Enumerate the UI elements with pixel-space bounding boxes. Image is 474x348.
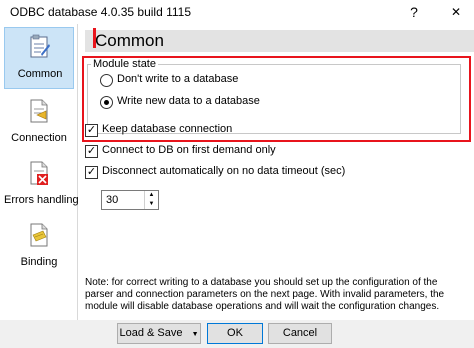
connection-icon xyxy=(28,98,50,124)
title-bar: ODBC database 4.0.35 build 1115 ? ✕ xyxy=(0,0,474,24)
ok-button[interactable]: OK xyxy=(207,323,263,344)
checkbox-checked-icon[interactable]: ✓ xyxy=(85,124,98,137)
checkbox-checked-icon[interactable]: ✓ xyxy=(85,145,98,158)
sidebar-item-connection[interactable]: Connection xyxy=(4,92,74,154)
annotation-marker xyxy=(93,28,96,48)
sidebar-item-errors-handling[interactable]: Errors handling xyxy=(4,154,79,216)
dropdown-arrow-icon: ▼ xyxy=(191,331,199,338)
cancel-button[interactable]: Cancel xyxy=(268,323,332,344)
errors-handling-icon xyxy=(28,160,50,186)
page-title: Common xyxy=(95,31,164,50)
stepper-up-icon[interactable]: ▲ xyxy=(145,191,158,200)
checkbox-label[interactable]: Disconnect automatically on no data time… xyxy=(102,165,345,177)
sidebar-item-binding[interactable]: Binding xyxy=(4,216,74,278)
timeout-value[interactable]: 30 xyxy=(106,194,118,206)
load-save-label: Load & Save xyxy=(119,327,183,339)
sidebar-item-label: Errors handling xyxy=(4,194,79,206)
group-legend: Module state xyxy=(91,58,158,70)
common-settings-icon xyxy=(29,34,51,60)
binding-icon xyxy=(28,222,50,248)
sidebar-item-label: Common xyxy=(17,68,63,80)
radio-selected-icon[interactable] xyxy=(100,96,113,109)
sidebar-item-common[interactable]: Common xyxy=(4,27,74,89)
checkbox-checked-icon[interactable]: ✓ xyxy=(85,166,98,179)
radio-label[interactable]: Don't write to a database xyxy=(117,73,238,85)
radio-unselected-icon[interactable] xyxy=(100,74,113,87)
stepper-down-icon[interactable]: ▼ xyxy=(145,200,158,209)
content-panel: Common Module state Don't write to a dat… xyxy=(79,24,474,320)
help-button[interactable]: ? xyxy=(404,3,424,21)
stepper-arrows: ▲ ▼ xyxy=(144,191,158,209)
timeout-stepper[interactable]: 30 ▲ ▼ xyxy=(101,190,159,210)
sidebar: Common Connection Errors handling Bindin… xyxy=(0,24,79,320)
section-header: Common xyxy=(85,30,474,52)
sidebar-item-label: Binding xyxy=(20,256,58,268)
radio-label[interactable]: Write new data to a database xyxy=(117,95,260,107)
close-button[interactable]: ✕ xyxy=(446,2,466,22)
sidebar-item-label: Connection xyxy=(11,132,67,144)
button-bar: Load & Save ▼ OK Cancel xyxy=(0,320,474,348)
checkbox-label[interactable]: Connect to DB on first demand only xyxy=(102,144,276,156)
load-save-button[interactable]: Load & Save ▼ xyxy=(117,323,201,344)
window-title: ODBC database 4.0.35 build 1115 xyxy=(10,5,192,19)
configuration-note: Note: for correct writing to a database … xyxy=(85,277,445,312)
checkbox-label[interactable]: Keep database connection xyxy=(102,123,232,135)
